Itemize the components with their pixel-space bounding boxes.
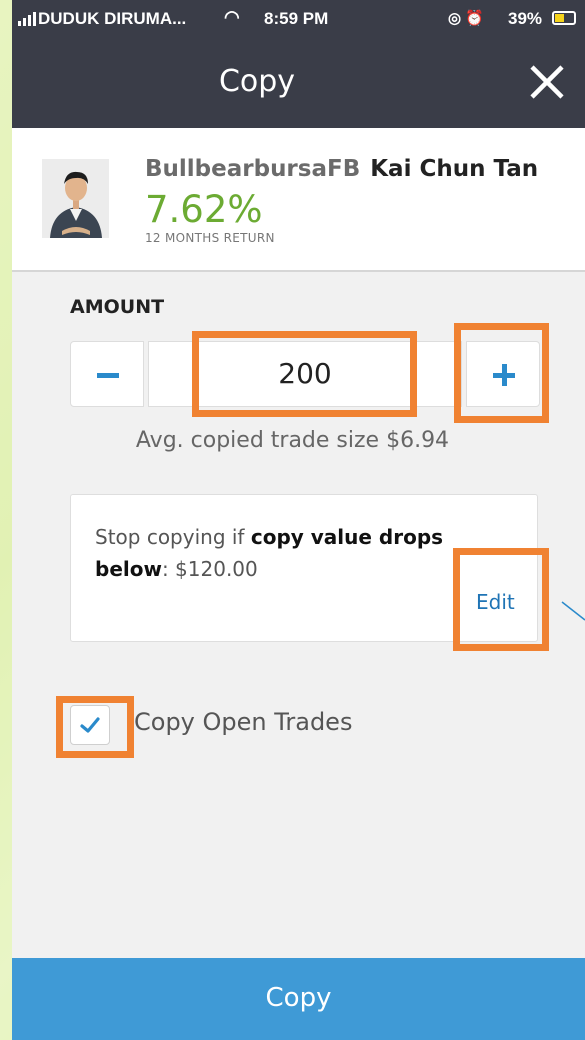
copy-button[interactable]: Copy — [12, 958, 585, 1040]
trader-return-value: 7.62% — [145, 188, 263, 231]
trader-names: BullbearbursaFB Kai Chun Tan — [145, 156, 538, 182]
nav-bar: Copy — [12, 40, 585, 128]
trader-card: BullbearbursaFB Kai Chun Tan 7.62% 12 MON… — [12, 128, 585, 272]
highlight-amount-input — [192, 331, 417, 417]
avg-trade-size: Avg. copied trade size $6.94 — [135, 428, 450, 453]
highlight-checkbox — [56, 696, 134, 758]
battery-percent: 39% — [508, 9, 543, 28]
amount-label: AMOUNT — [70, 296, 165, 318]
signal-icon — [18, 10, 36, 26]
close-icon[interactable] — [527, 62, 567, 102]
minus-icon — [97, 373, 119, 378]
trader-full-name: Kai Chun Tan — [370, 156, 539, 182]
trader-username[interactable]: BullbearbursaFB — [145, 156, 360, 182]
avatar — [42, 159, 109, 238]
alarm-icon: ◎ ⏰ — [448, 10, 484, 27]
annotation-pointer-line — [561, 601, 585, 621]
stop-loss-value: : $120.00 — [161, 557, 258, 581]
clock: 8:59 PM — [264, 9, 329, 28]
stop-loss-text: Stop copying if copy value drops below: … — [95, 525, 444, 581]
battery-icon — [552, 11, 576, 25]
carrier-name: DUDUK DIRUMA... — [38, 9, 187, 28]
page-title: Copy — [218, 64, 296, 99]
highlight-edit-link — [453, 548, 549, 651]
phone-screen: DUDUK DIRUMA... ◠ 8:59 PM ◎ ⏰ 39% Copy B… — [12, 0, 585, 1040]
highlight-plus-button — [454, 323, 549, 423]
wifi-icon: ◠ — [224, 7, 240, 27]
decrease-amount-button[interactable] — [70, 341, 144, 407]
status-bar: DUDUK DIRUMA... ◠ 8:59 PM ◎ ⏰ 39% — [12, 0, 585, 40]
copy-open-trades-label[interactable]: Copy Open Trades — [134, 708, 352, 736]
trader-return-label: 12 MONTHS RETURN — [145, 231, 275, 245]
